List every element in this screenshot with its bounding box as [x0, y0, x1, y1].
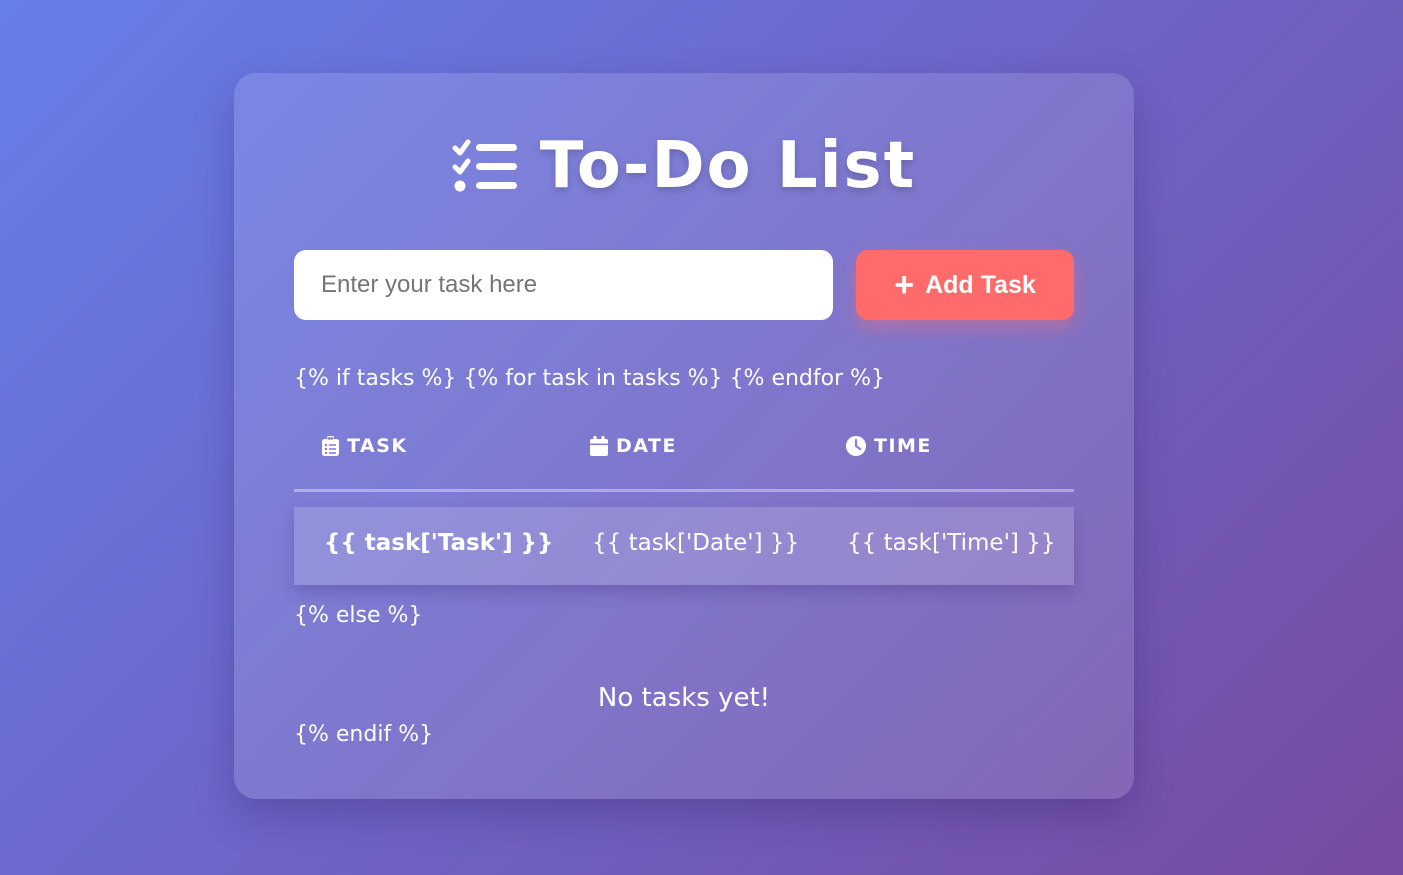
date-cell: {{ task['Date'] }} — [592, 530, 800, 556]
plus-icon: + — [894, 266, 915, 304]
column-header-date: DATE — [590, 435, 677, 457]
time-cell: {{ task['Time'] }} — [847, 530, 1056, 556]
task-input[interactable] — [294, 250, 833, 320]
task-cell: {{ task['Task'] }} — [324, 530, 554, 556]
add-task-label: Add Task — [925, 270, 1036, 299]
clipboard-list-icon — [322, 436, 339, 456]
column-header-date-label: DATE — [616, 435, 677, 457]
todo-card: To-Do List + Add Task {% if tasks %} {% … — [234, 73, 1134, 799]
template-else-line: {% else %} — [294, 603, 423, 628]
column-header-time: TIME — [846, 435, 932, 457]
template-endif-line: {% endif %} — [294, 722, 434, 747]
calendar-icon — [590, 436, 608, 456]
tasks-checklist-icon — [452, 139, 518, 193]
template-if-line: {% if tasks %} {% for task in tasks %} {… — [294, 366, 886, 391]
table-row: {{ task['Task'] }} {{ task['Date'] }} {{… — [294, 507, 1074, 585]
clock-icon — [846, 436, 866, 456]
page-title: To-Do List — [234, 131, 1134, 201]
add-task-button[interactable]: + Add Task — [856, 250, 1074, 320]
title-text: To-Do List — [539, 129, 917, 203]
empty-state-message: No tasks yet! — [597, 683, 771, 713]
column-header-task: TASK — [322, 435, 408, 457]
column-header-time-label: TIME — [874, 435, 932, 457]
table-header-divider — [294, 489, 1074, 492]
table-header: TASK DATE TIME — [294, 435, 1074, 465]
column-header-task-label: TASK — [347, 435, 408, 457]
